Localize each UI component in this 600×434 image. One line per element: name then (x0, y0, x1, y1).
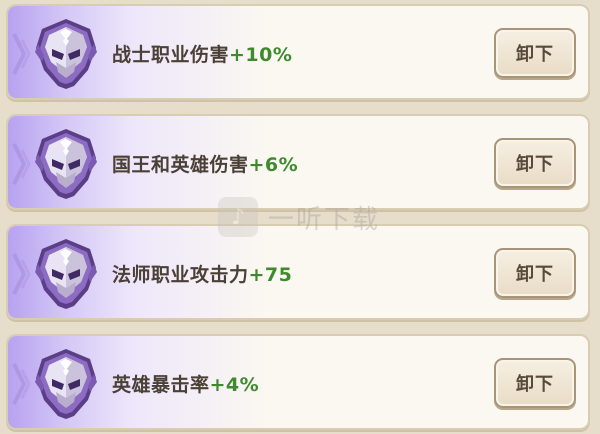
purple-helmet-emblem-icon (30, 236, 102, 312)
perk-name: 英雄暴击率 (112, 374, 210, 396)
perk-bonus: +6% (248, 154, 299, 176)
watermark-text: 一听下载 (268, 204, 381, 235)
unequip-button[interactable]: 卸下 (494, 248, 576, 298)
perk-card: 战士职业伤害+10% 卸下 (6, 4, 590, 100)
unequip-button[interactable]: 卸下 (494, 358, 576, 408)
purple-helmet-emblem-icon (30, 346, 102, 422)
perk-bonus: +4% (209, 374, 260, 396)
watermark: ♪ 一听下载 (218, 194, 388, 240)
purple-helmet-emblem-icon (30, 126, 102, 202)
perk-label: 法师职业攻击力+75 (112, 260, 292, 287)
watermark-logo-icon: ♪ (218, 197, 258, 237)
unequip-button[interactable]: 卸下 (494, 138, 576, 188)
unequip-button[interactable]: 卸下 (494, 28, 576, 78)
perk-bonus: +10% (229, 44, 293, 66)
perk-label: 国王和英雄伤害+6% (112, 150, 298, 177)
perk-name: 国王和英雄伤害 (112, 154, 249, 176)
perk-card: 英雄暴击率+4% 卸下 (6, 334, 590, 430)
perk-label: 战士职业伤害+10% (112, 40, 292, 67)
purple-helmet-emblem-icon (30, 16, 102, 92)
perk-bonus: +75 (248, 264, 293, 286)
perk-label: 英雄暴击率+4% (112, 370, 259, 397)
perk-name: 法师职业攻击力 (112, 264, 249, 286)
perk-name: 战士职业伤害 (112, 44, 230, 66)
